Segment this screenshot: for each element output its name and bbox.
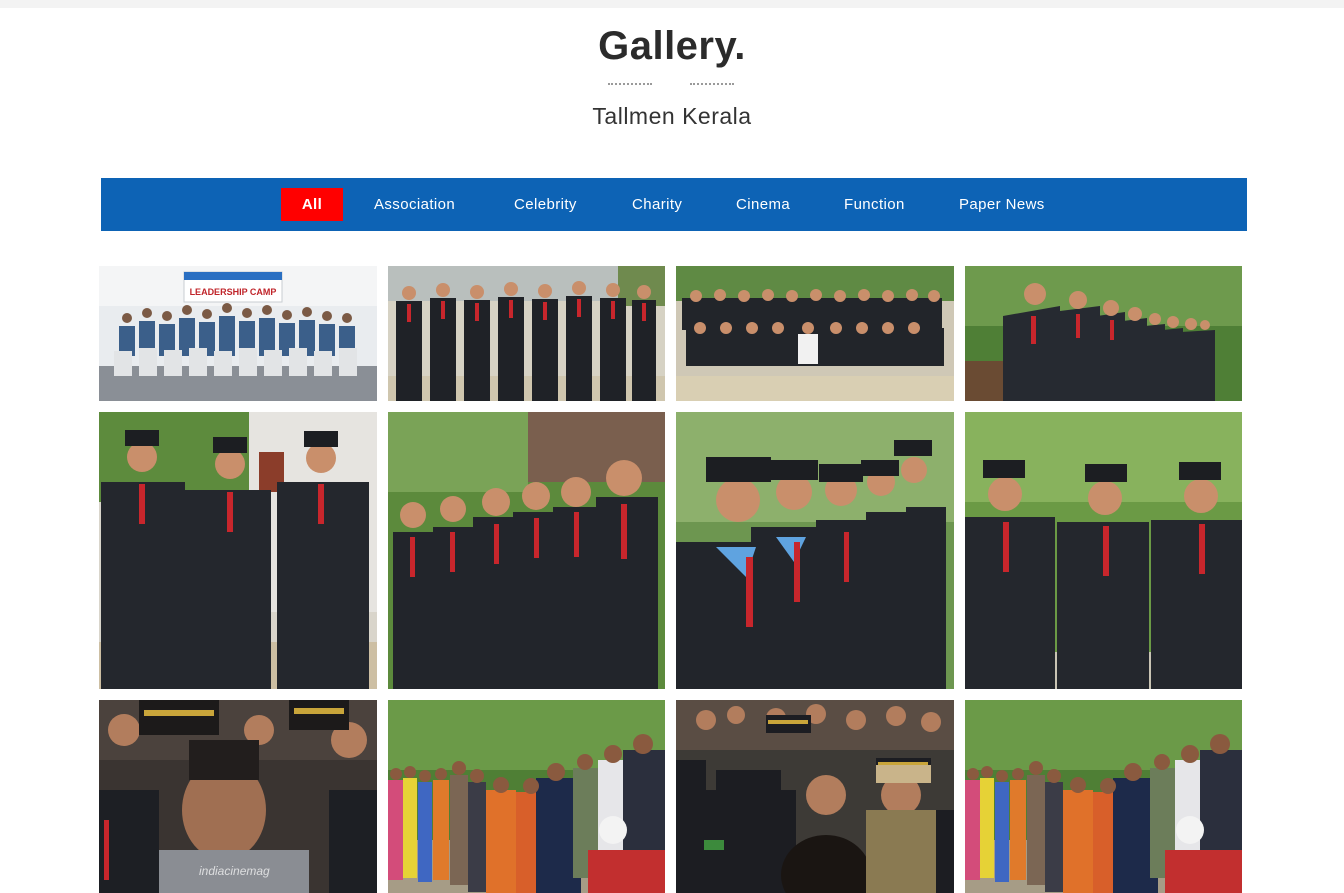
- gallery-photo-uniform-diagonal[interactable]: [965, 266, 1242, 401]
- gallery-photo-group-banner[interactable]: LEADERSHIP CAMP: [99, 266, 377, 401]
- gallery-photo-charity-distribution-2[interactable]: [965, 700, 1242, 893]
- gallery-grid: LEADERSHIP CAMP indiacinemag: [0, 0, 1344, 893]
- gallery-photo-three-officers-trees[interactable]: [965, 412, 1242, 689]
- gallery-photo-uniform-seated[interactable]: [676, 266, 954, 401]
- photo-watermark: indiacinemag: [199, 864, 270, 878]
- gallery-photo-celebrity-crowd[interactable]: indiacinemag: [99, 700, 377, 893]
- gallery-photo-officers-row[interactable]: [388, 412, 665, 689]
- gallery-photo-three-officers[interactable]: [99, 412, 377, 689]
- gallery-photo-uniform-lineup[interactable]: [388, 266, 665, 401]
- gallery-photo-officers-closeup[interactable]: [676, 412, 954, 689]
- gallery-photo-charity-distribution[interactable]: [388, 700, 665, 893]
- gallery-photo-celebrity-crowd-2[interactable]: [676, 700, 954, 893]
- banner-text: LEADERSHIP CAMP: [190, 287, 277, 297]
